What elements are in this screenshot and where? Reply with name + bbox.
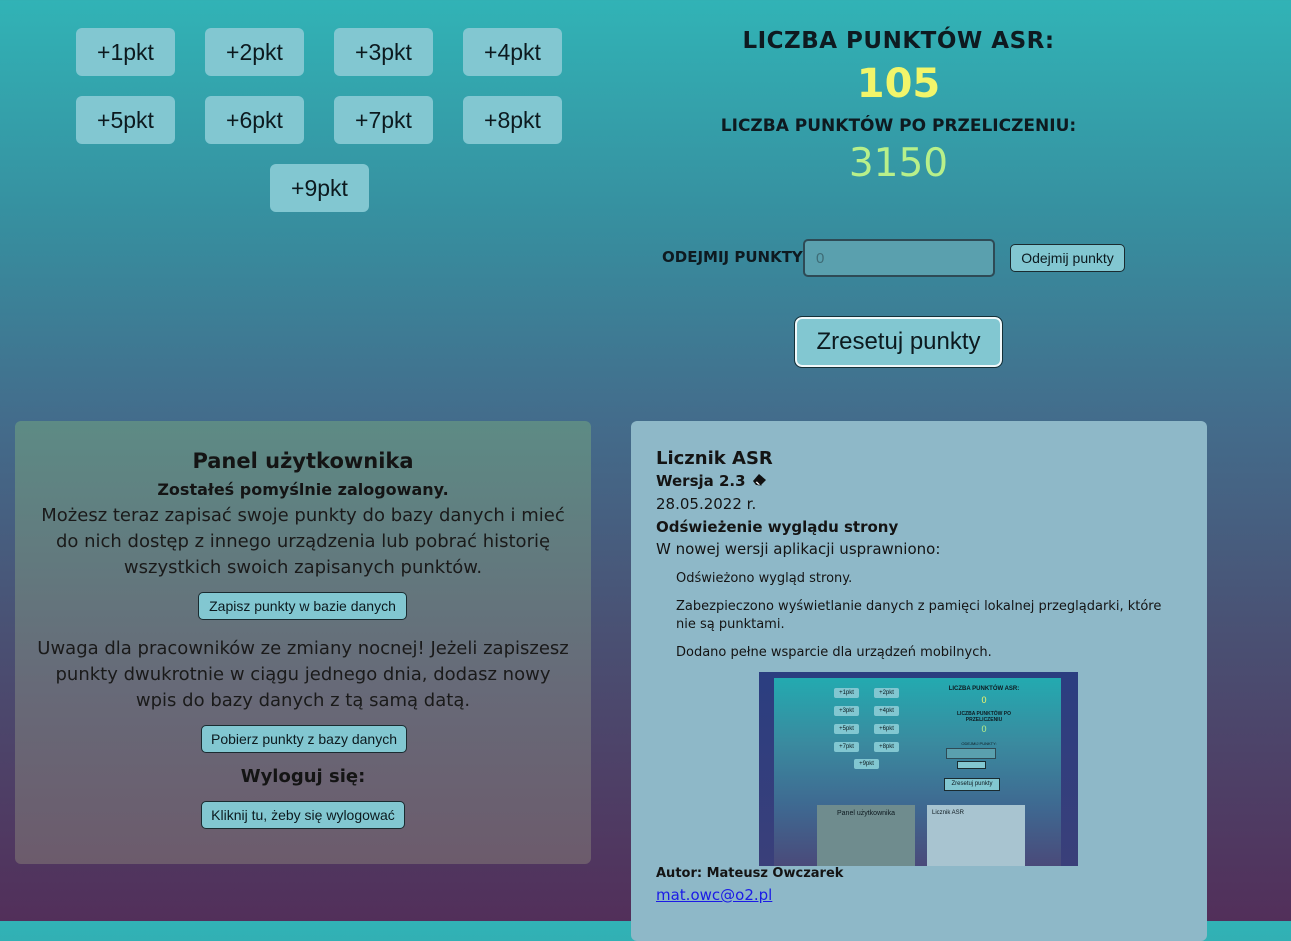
preview-asr-value: 0 (981, 695, 987, 705)
add-2-points-button[interactable]: +2pkt (205, 28, 304, 76)
preview-button: +7pkt (834, 742, 859, 752)
night-shift-warning: Uwaga dla pracowników ze zmiany nocnej! … (37, 638, 569, 711)
user-panel: Panel użytkownika Zostałeś pomyślnie zal… (15, 421, 591, 864)
converted-points-title: LICZBA PUNKTÓW PO PRZELICZENIU: (720, 116, 1077, 136)
add-3-points-button[interactable]: +3pkt (334, 28, 433, 76)
logout-title: Wyloguj się: (240, 766, 366, 787)
version-line: Wersja 2.3 (656, 472, 768, 490)
preview-reset-button: Zresetuj punkty (944, 778, 1000, 791)
preview-subtract-label: ODEJMIJ PUNKTY: (961, 741, 997, 746)
user-panel-title: Panel użytkownika (192, 449, 414, 473)
user-panel-description: Możesz teraz zapisać swoje punkty do baz… (41, 505, 565, 578)
preview-user-panel: Panel użytkownika (817, 805, 915, 866)
preview-button: +2pkt (874, 688, 899, 698)
changelog-item: Odświeżono wygląd strony. (676, 571, 853, 586)
preview-info-title: Licznik ASR (932, 810, 965, 816)
changelog-panel: Licznik ASR Wersja 2.3 28.05.2022 r. Odś… (631, 421, 1207, 941)
logout-button[interactable]: Kliknij tu, żeby się wylogować (201, 801, 405, 829)
version-label: Wersja 2.3 (656, 472, 746, 490)
preview-info-panel: Licznik ASR (927, 805, 1025, 866)
release-heading: Odświeżenie wyglądu strony (656, 518, 899, 536)
app-title: Licznik ASR (656, 448, 773, 469)
preview-button: +5pkt (834, 724, 859, 734)
preview-button: +6pkt (874, 724, 899, 734)
preview-input (946, 748, 996, 759)
release-intro: W nowej wersji aplikacji usprawniono: (656, 540, 941, 558)
subtract-points-label: ODEJMIJ PUNKTY: (662, 248, 808, 266)
subtract-points-button[interactable]: Odejmij punkty (1010, 244, 1125, 272)
eraser-icon (752, 472, 768, 490)
author-credit: Autor: Mateusz Owczarek (656, 866, 844, 881)
asr-points-title: LICZBA PUNKTÓW ASR: (742, 28, 1055, 54)
preview-page: +1pkt +2pkt +3pkt +4pkt +5pkt +6pkt +7pk… (774, 678, 1061, 866)
login-success-message: Zostałeś pomyślnie zalogowany. (157, 480, 449, 499)
load-from-database-button[interactable]: Pobierz punkty z bazy danych (201, 725, 407, 753)
add-5-points-button[interactable]: +5pkt (76, 96, 175, 144)
preview-asr-title: LICZBA PUNKTÓW ASR: (948, 686, 1020, 692)
add-1-point-button[interactable]: +1pkt (76, 28, 175, 76)
preview-button: +9pkt (854, 759, 879, 769)
preview-converted-title: LICZBA PUNKTÓW PO PRZELICZENIU (957, 711, 1011, 723)
add-7-points-button[interactable]: +7pkt (334, 96, 433, 144)
preview-button: +4pkt (874, 706, 899, 716)
subtract-points-input[interactable] (803, 239, 995, 277)
converted-points-value: 3150 (848, 141, 949, 186)
preview-panel-title: Panel użytkownika (837, 810, 895, 817)
add-8-points-button[interactable]: +8pkt (463, 96, 562, 144)
app-preview-screenshot: +1pkt +2pkt +3pkt +4pkt +5pkt +6pkt +7pk… (759, 672, 1078, 866)
author-email-link[interactable]: mat.owc@o2.pl (656, 886, 772, 904)
release-date: 28.05.2022 r. (656, 495, 757, 513)
preview-button: +3pkt (834, 706, 859, 716)
add-4-points-button[interactable]: +4pkt (463, 28, 562, 76)
preview-button: +1pkt (834, 688, 859, 698)
changelog-item: Zabezpieczono wyświetlanie danych z pami… (676, 599, 1162, 632)
add-9-points-button[interactable]: +9pkt (270, 164, 369, 212)
add-6-points-button[interactable]: +6pkt (205, 96, 304, 144)
reset-points-button[interactable]: Zresetuj punkty (794, 316, 1003, 368)
save-to-database-button[interactable]: Zapisz punkty w bazie danych (198, 592, 407, 620)
preview-converted-value: 0 (981, 724, 987, 734)
asr-points-value: 105 (856, 61, 941, 107)
preview-subtract-button (957, 761, 986, 769)
preview-button: +8pkt (874, 742, 899, 752)
changelog-item: Dodano pełne wsparcie dla urządzeń mobil… (676, 645, 992, 660)
